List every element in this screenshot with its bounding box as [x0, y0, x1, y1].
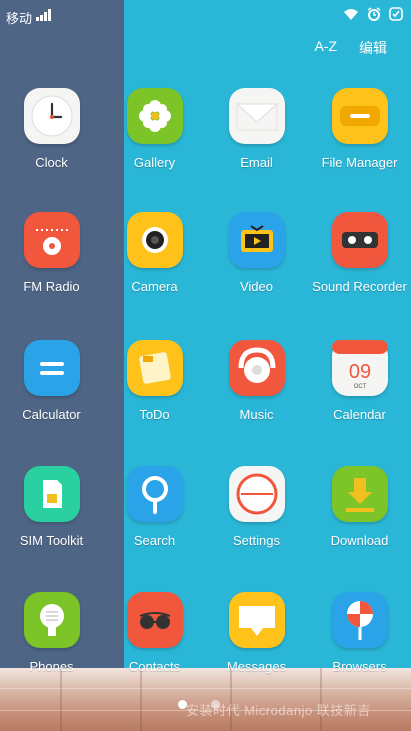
app-label: Calendar: [333, 407, 386, 422]
app-label: File Manager: [321, 155, 398, 170]
app-label: Email: [240, 155, 273, 170]
app-search[interactable]: Search: [103, 466, 206, 548]
camera-icon: [126, 212, 183, 268]
folder-icon: [331, 88, 388, 144]
app-label: Contacts: [128, 659, 181, 674]
app-label: ToDo: [139, 407, 170, 422]
app-label: Camera: [131, 279, 178, 294]
app-label: Browsers: [332, 659, 387, 674]
app-messages[interactable]: Messages: [205, 592, 308, 674]
sim-icon: [23, 466, 80, 522]
app-music[interactable]: Music: [205, 340, 308, 422]
carrier-name: 移动: [6, 11, 33, 26]
app-gallery[interactable]: Gallery: [103, 88, 206, 170]
download-icon: [331, 466, 388, 522]
app-label: Music: [239, 407, 274, 422]
alarm-icon: [367, 6, 381, 24]
app-phones[interactable]: Phones: [0, 592, 103, 674]
app-label: Messages: [226, 659, 287, 674]
app-todo[interactable]: ToDo: [103, 340, 206, 422]
app-sim-toolkit[interactable]: SIM Toolkit: [0, 466, 103, 548]
search-icon: [126, 466, 183, 522]
app-settings[interactable]: Settings: [205, 466, 308, 548]
edit-button[interactable]: 编辑: [359, 38, 387, 58]
clock-icon: [23, 88, 80, 144]
calendar-date: 09: [348, 361, 370, 383]
app-label: Download: [330, 533, 389, 548]
todo-icon: [126, 340, 183, 396]
music-icon: [228, 340, 285, 396]
sort-az-button[interactable]: A-Z: [314, 38, 337, 58]
app-video[interactable]: Video: [205, 212, 308, 294]
recorder-icon: [331, 212, 388, 268]
app-label: Search: [133, 533, 176, 548]
app-label: SIM Toolkit: [19, 533, 84, 548]
messages-icon: [228, 592, 285, 648]
calendar-icon: 09 OCT: [331, 340, 388, 396]
app-file-manager[interactable]: File Manager: [308, 88, 411, 170]
app-label: Video: [239, 279, 273, 294]
app-sound-recorder[interactable]: Sound Recorder: [308, 212, 411, 294]
contacts-icon: [126, 592, 183, 648]
settings-icon: [228, 466, 285, 522]
app-calendar[interactable]: 09 OCT Calendar: [308, 340, 411, 422]
app-fm-radio[interactable]: FM Radio: [0, 212, 103, 294]
app-calculator[interactable]: Calculator: [0, 340, 103, 422]
battery-icon: [389, 6, 403, 24]
app-download[interactable]: Download: [308, 466, 411, 548]
app-browsers[interactable]: Browsers: [308, 592, 411, 674]
app-label: Gallery: [133, 155, 176, 170]
phone-icon: [23, 592, 80, 648]
app-contacts[interactable]: Contacts: [103, 592, 206, 674]
app-label: Sound Recorder: [312, 279, 407, 294]
app-clock[interactable]: Clock: [0, 88, 103, 170]
signal-icon: [36, 9, 52, 21]
app-label: Clock: [35, 155, 68, 170]
app-label: FM Radio: [23, 279, 80, 294]
drawer-top-bar: A-Z 编辑: [314, 38, 387, 58]
browser-icon: [331, 592, 388, 648]
app-camera[interactable]: Camera: [103, 212, 206, 294]
email-icon: [228, 88, 285, 144]
calculator-icon: [23, 340, 80, 396]
wallpaper-watermark: 安装时代 Microdanjo 联技新吉: [186, 703, 371, 718]
app-label: Calculator: [22, 407, 81, 422]
app-label: Phones: [29, 659, 74, 674]
radio-icon: [23, 212, 80, 268]
app-email[interactable]: Email: [205, 88, 308, 170]
video-icon: [228, 212, 285, 268]
wifi-icon: [343, 7, 359, 24]
status-bar: 移动: [0, 0, 411, 30]
app-label: Settings: [233, 533, 280, 548]
calendar-month: OCT: [353, 384, 366, 390]
gallery-icon: [126, 88, 183, 144]
